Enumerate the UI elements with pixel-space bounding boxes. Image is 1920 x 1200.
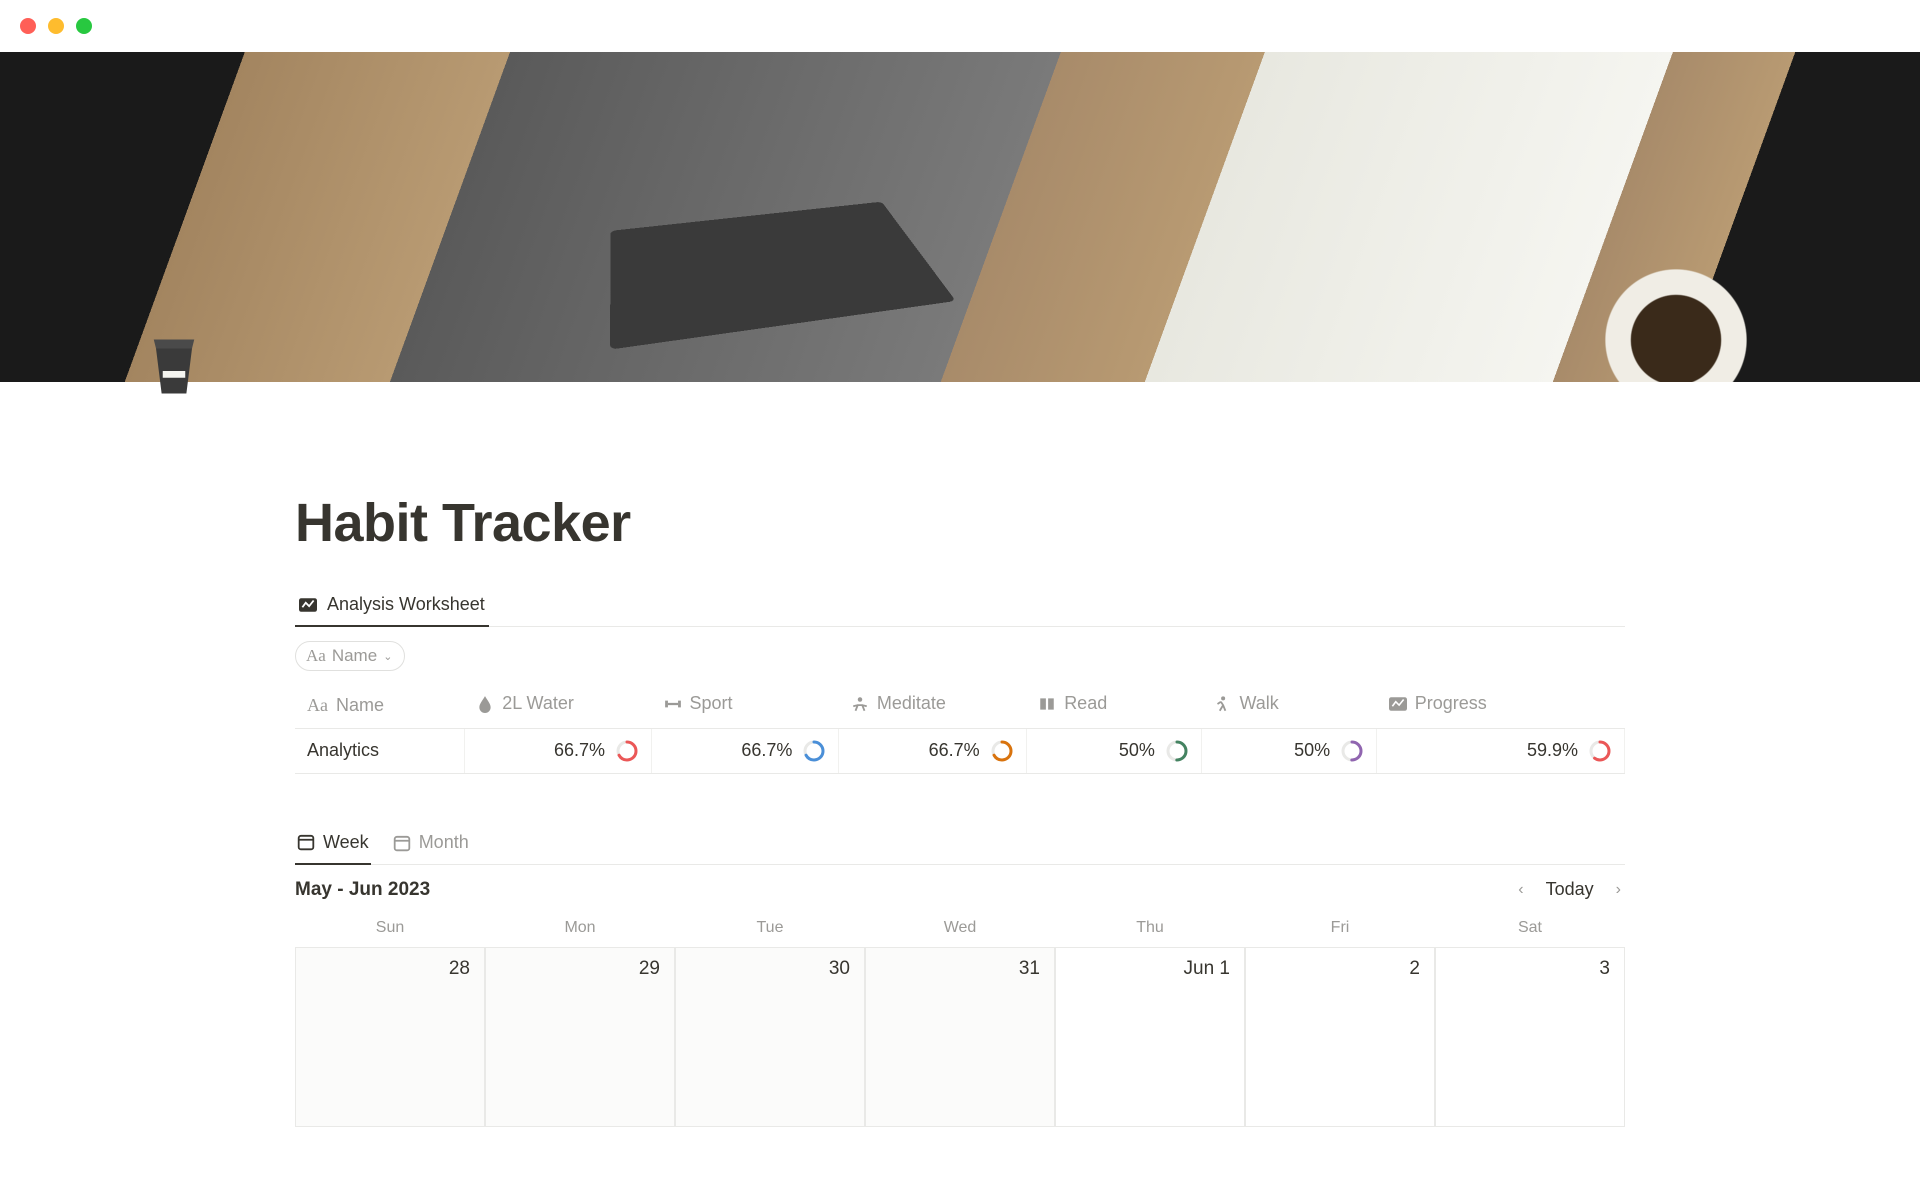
date-label: 30 — [829, 958, 850, 979]
date-label: 29 — [639, 958, 660, 979]
day-header: Wed — [865, 911, 1055, 947]
pct-value: 59.9% — [1527, 740, 1578, 761]
day-header: Thu — [1055, 911, 1245, 947]
col-read[interactable]: Read — [1026, 683, 1201, 728]
dumbbell-icon — [664, 695, 682, 713]
calendar-cell[interactable]: 31 — [865, 947, 1055, 1127]
tab-week[interactable]: Week — [295, 824, 371, 865]
col-label: Meditate — [877, 693, 946, 714]
filter-name-pill[interactable]: Aa Name ⌄ — [295, 641, 405, 671]
calendar-header: May - Jun 2023 ‹ Today › — [295, 865, 1625, 911]
cell-sport: 66.7% — [652, 728, 839, 773]
pct-value: 66.7% — [741, 740, 792, 761]
calendar-cell[interactable]: 30 — [675, 947, 865, 1127]
prev-week-button[interactable]: ‹ — [1514, 879, 1527, 901]
date-label: 31 — [1019, 958, 1040, 979]
tab-label: Week — [323, 832, 369, 853]
day-header: Tue — [675, 911, 865, 947]
calendar-icon — [393, 834, 411, 852]
calendar-cell[interactable]: 28 — [295, 947, 485, 1127]
day-header: Sat — [1435, 911, 1625, 947]
tab-label: Analysis Worksheet — [327, 594, 485, 615]
pct-value: 66.7% — [554, 740, 605, 761]
progress-ring-icon — [802, 739, 826, 763]
calendar-day-headers: Sun Mon Tue Wed Thu Fri Sat — [295, 911, 1625, 947]
col-label: 2L Water — [502, 693, 574, 714]
cell-read: 50% — [1026, 728, 1201, 773]
col-name[interactable]: Aa Name — [295, 683, 464, 728]
cell-progress: 59.9% — [1377, 728, 1625, 773]
col-label: Walk — [1239, 693, 1278, 714]
coffee-cup-icon — [138, 326, 210, 398]
col-meditate[interactable]: Meditate — [839, 683, 1026, 728]
minimize-window-button[interactable] — [48, 18, 64, 34]
col-label: Read — [1064, 693, 1107, 714]
col-walk[interactable]: Walk — [1201, 683, 1376, 728]
tab-analysis-worksheet[interactable]: Analysis Worksheet — [295, 586, 489, 627]
cell-name: Analytics — [295, 728, 464, 773]
page-title[interactable]: Habit Tracker — [295, 492, 1625, 554]
day-header: Sun — [295, 911, 485, 947]
water-drop-icon — [476, 695, 494, 713]
col-label: Progress — [1415, 693, 1487, 714]
walk-icon — [1213, 695, 1231, 713]
col-sport[interactable]: Sport — [652, 683, 839, 728]
next-week-button[interactable]: › — [1612, 879, 1625, 901]
calendar-view-tabs: Week Month — [295, 824, 1625, 865]
calendar-week-grid: 28 29 30 31 Jun 1 2 3 — [295, 947, 1625, 1127]
text-type-icon: Aa — [307, 695, 328, 716]
cell-water: 66.7% — [464, 728, 651, 773]
progress-ring-icon — [1165, 739, 1189, 763]
analysis-tabs: Analysis Worksheet — [295, 586, 1625, 627]
today-button[interactable]: Today — [1546, 879, 1594, 900]
window-titlebar — [0, 0, 1920, 52]
col-water[interactable]: 2L Water — [464, 683, 651, 728]
calendar-icon — [297, 833, 315, 851]
tab-month[interactable]: Month — [391, 824, 471, 864]
date-label: 28 — [449, 958, 470, 979]
progress-ring-icon — [1588, 739, 1612, 763]
table-header-row: Aa Name 2L Water Sport Meditate Read Walk — [295, 683, 1625, 728]
date-label: 3 — [1599, 958, 1610, 979]
col-label: Name — [336, 695, 384, 716]
calendar-cell[interactable]: 29 — [485, 947, 675, 1127]
progress-ring-icon — [1340, 739, 1364, 763]
day-header: Fri — [1245, 911, 1435, 947]
calendar-cell[interactable]: 3 — [1435, 947, 1625, 1127]
close-window-button[interactable] — [20, 18, 36, 34]
calendar-cell[interactable]: Jun 1 — [1055, 947, 1245, 1127]
filter-label: Name — [332, 646, 377, 666]
book-icon — [1038, 695, 1056, 713]
progress-ring-icon — [615, 739, 639, 763]
date-label: 2 — [1409, 958, 1420, 979]
cell-meditate: 66.7% — [839, 728, 1026, 773]
calendar-cell[interactable]: 2 — [1245, 947, 1435, 1127]
cover-image[interactable] — [0, 52, 1920, 382]
day-header: Mon — [485, 911, 675, 947]
pct-value: 66.7% — [929, 740, 980, 761]
calendar-range: May - Jun 2023 — [295, 879, 430, 901]
pct-value: 50% — [1119, 740, 1155, 761]
cell-walk: 50% — [1201, 728, 1376, 773]
progress-ring-icon — [990, 739, 1014, 763]
col-label: Sport — [690, 693, 733, 714]
table-row[interactable]: Analytics 66.7% 66.7% 66.7% 50% 50% 59.9… — [295, 728, 1625, 773]
tab-label: Month — [419, 832, 469, 853]
analytics-table: Aa Name 2L Water Sport Meditate Read Walk — [295, 683, 1625, 774]
date-label: Jun 1 — [1184, 958, 1230, 979]
chart-icon — [299, 595, 319, 615]
pct-value: 50% — [1294, 740, 1330, 761]
maximize-window-button[interactable] — [76, 18, 92, 34]
col-progress[interactable]: Progress — [1377, 683, 1625, 728]
progress-chart-icon — [1389, 695, 1407, 713]
text-type-icon: Aa — [306, 646, 326, 666]
page-icon[interactable] — [138, 326, 210, 398]
calendar-nav: ‹ Today › — [1514, 879, 1625, 901]
chevron-down-icon: ⌄ — [383, 650, 392, 663]
meditate-icon — [851, 695, 869, 713]
